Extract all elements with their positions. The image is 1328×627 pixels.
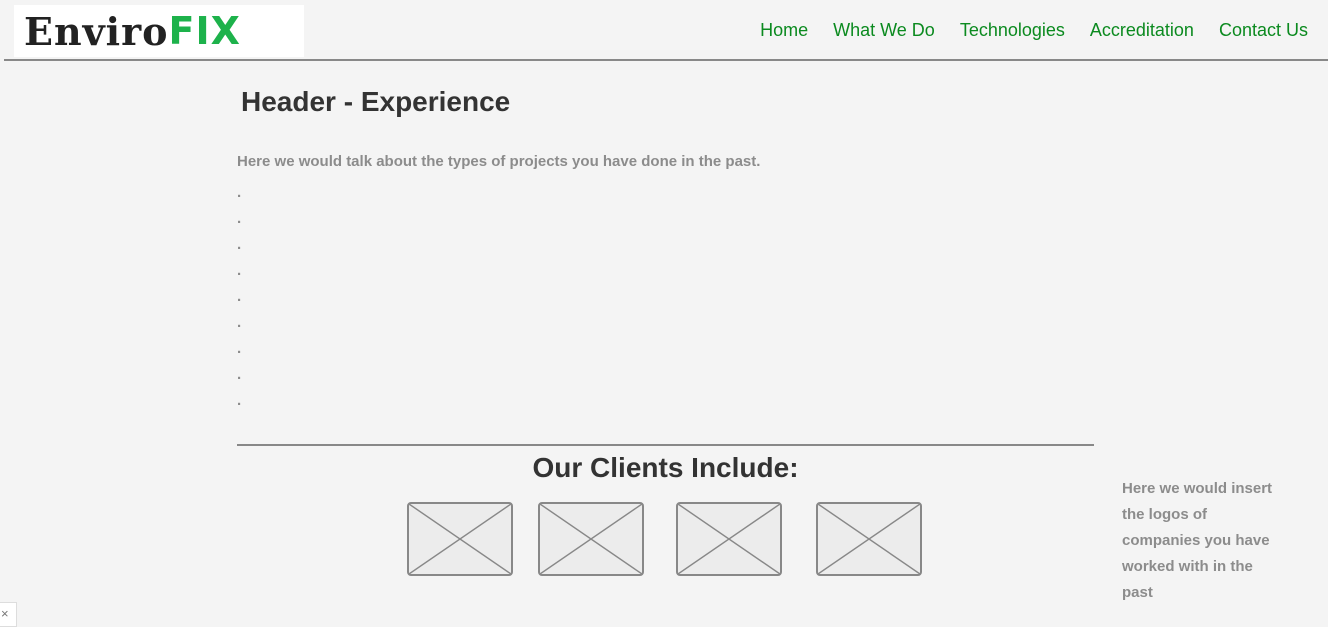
client-logo-placeholder-2 <box>538 502 644 576</box>
client-logo-placeholder-4 <box>816 502 922 576</box>
logo-text-enviro: Enviro <box>24 8 169 54</box>
close-button[interactable]: × <box>0 602 17 627</box>
list-item: . <box>237 288 242 305</box>
logo-text-fix: FIX <box>168 9 241 53</box>
image-placeholder-icon <box>818 504 920 574</box>
header-divider <box>4 59 1328 61</box>
list-item: . <box>237 236 242 253</box>
list-item: . <box>237 340 242 357</box>
clients-title: Our Clients Include: <box>532 452 799 483</box>
main-nav: Home What We Do Technologies Accreditati… <box>760 20 1308 41</box>
client-logo-placeholder-1 <box>407 502 513 576</box>
intro-text: Here we would talk about the types of pr… <box>237 153 761 170</box>
list-item: . <box>237 392 242 409</box>
page-title: Header - Experience <box>241 86 511 117</box>
clients-side-note: Here we would insert the logos of compan… <box>1122 480 1273 601</box>
section-divider <box>237 444 1094 446</box>
nav-link-accreditation[interactable]: Accreditation <box>1090 20 1194 41</box>
image-placeholder-icon <box>409 504 511 574</box>
client-logo-placeholder-3 <box>676 502 782 576</box>
nav-link-contact-us[interactable]: Contact Us <box>1219 20 1308 41</box>
nav-link-what-we-do[interactable]: What We Do <box>833 20 935 41</box>
list-item: . <box>237 366 242 383</box>
nav-link-home[interactable]: Home <box>760 20 808 41</box>
close-icon: × <box>1 606 9 621</box>
list-item: . <box>237 210 242 227</box>
nav-link-technologies[interactable]: Technologies <box>960 20 1065 41</box>
list-item: . <box>237 314 242 331</box>
image-placeholder-icon <box>678 504 780 574</box>
placeholder-dot-list: . . . . . . . . . <box>237 180 241 414</box>
list-item: . <box>237 184 242 201</box>
image-placeholder-icon <box>540 504 642 574</box>
site-logo[interactable]: Enviro FIX <box>14 5 304 57</box>
list-item: . <box>237 262 242 279</box>
page: Enviro FIX Home What We Do Technologies A… <box>0 0 1328 627</box>
